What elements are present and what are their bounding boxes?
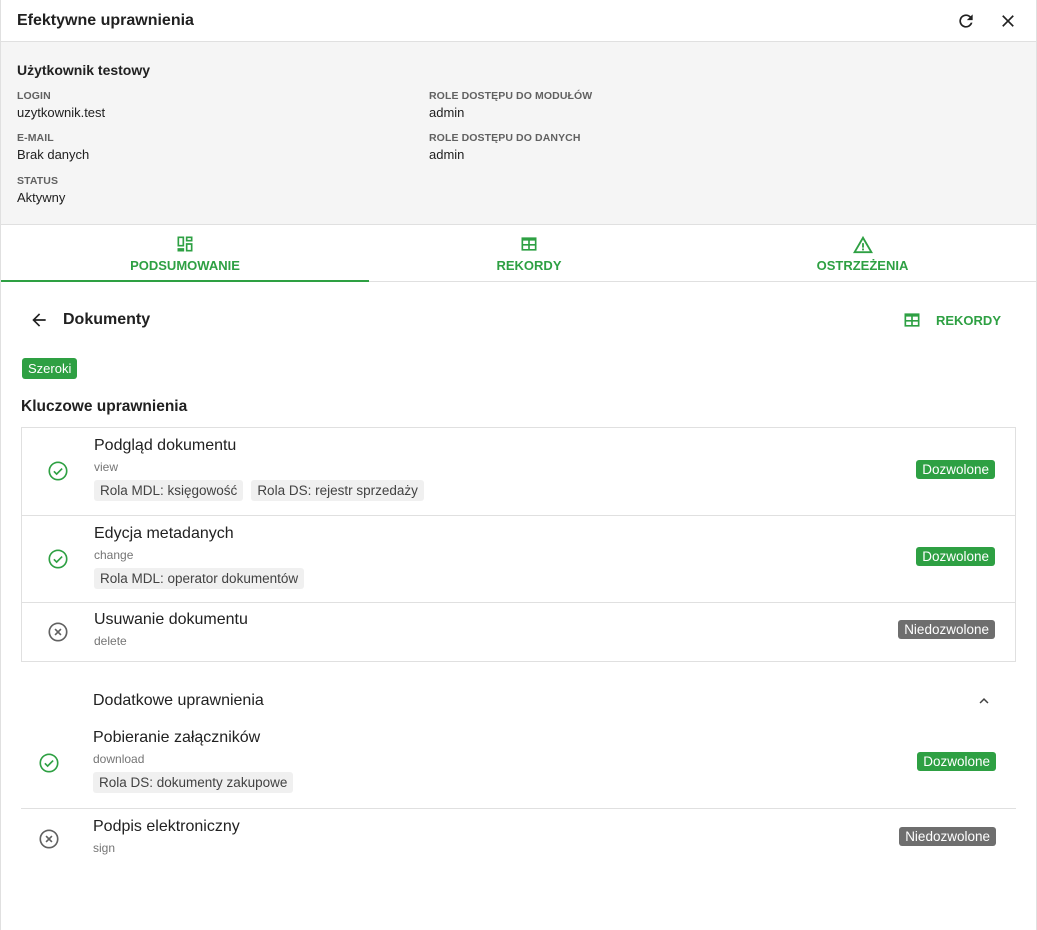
email-value: Brak danych [17, 147, 90, 162]
permission-row: Podpis elektroniczny sign Niedozwolone [21, 809, 1016, 869]
module-title: Dokumenty [63, 311, 151, 328]
login-value: uzytkownik.test [17, 105, 106, 120]
collapse-button[interactable] [972, 689, 996, 713]
tab-bar: PODSUMOWANIE REKORDY OSTRZEŻENIA [1, 225, 1036, 282]
permission-name: Edycja metadanych [94, 524, 234, 542]
cancel-circle-icon [22, 617, 94, 643]
chevron-up-icon [979, 698, 989, 704]
email-field: E-MAIL Brak danych [17, 132, 89, 162]
tab-summary-label: PODSUMOWANIE [130, 257, 240, 273]
additional-permissions-header[interactable]: Dodatkowe uprawnienia [21, 681, 1016, 721]
role-chip: Rola MDL: operator dokumentów [94, 567, 305, 589]
permission-row: Podgląd dokumentu view Rola MDL: księgow… [22, 428, 1015, 516]
effective-permissions-dialog: Efektywne uprawnienia Użytkownik testowy… [0, 0, 1037, 930]
status-badge: Niedozwolone [899, 827, 996, 846]
table-icon [902, 310, 922, 330]
key-permissions-title: Kluczowe uprawnienia [21, 398, 188, 415]
arrow-back-icon [32, 313, 46, 327]
status-badge: Dozwolone [916, 547, 995, 566]
records-button[interactable]: REKORDY [902, 310, 1001, 330]
permission-body: Podgląd dokumentu view Rola MDL: księgow… [94, 437, 916, 501]
data-roles-label: ROLE DOSTĘPU DO DANYCH [429, 132, 581, 144]
permission-body: Podpis elektroniczny sign [77, 818, 899, 855]
permission-name: Pobieranie załączników [93, 729, 261, 746]
permission-row: Pobieranie załączników download Rola DS:… [21, 721, 1016, 809]
permission-code: change [94, 547, 134, 562]
permission-row: Usuwanie dokumentu delete Niedozwolone [22, 603, 1015, 661]
module-roles-value: admin [429, 105, 465, 120]
warning-icon [852, 234, 874, 254]
role-chip: Rola MDL: księgowość [94, 480, 244, 501]
user-fields: LOGIN uzytkownik.test E-MAIL Brak danych… [17, 90, 1020, 220]
key-permissions-list: Podgląd dokumentu view Rola MDL: księgow… [21, 427, 1016, 662]
status-badge: Niedozwolone [898, 620, 995, 639]
check-circle-icon [22, 544, 94, 570]
permission-body: Usuwanie dokumentu delete [94, 611, 898, 648]
role-chips: Rola MDL: operator dokumentów [94, 567, 916, 589]
data-roles-field: ROLE DOSTĘPU DO DANYCH admin [429, 132, 581, 162]
additional-permissions-title: Dodatkowe uprawnienia [93, 692, 264, 709]
dialog-header: Efektywne uprawnienia [1, 0, 1036, 42]
tab-records[interactable]: REKORDY [369, 225, 689, 281]
permission-name: Usuwanie dokumentu [94, 611, 248, 628]
check-circle-icon [22, 456, 94, 482]
permission-name: Podgląd dokumentu [94, 437, 237, 454]
close-button[interactable] [996, 9, 1020, 33]
login-field: LOGIN uzytkownik.test [17, 90, 105, 120]
data-roles-value: admin [429, 147, 465, 162]
table-icon [519, 234, 539, 254]
role-chip: Rola DS: rejestr sprzedaży [251, 480, 424, 501]
user-name: Użytkownik testowy [17, 62, 151, 78]
tab-warnings[interactable]: OSTRZEŻENIA [689, 225, 1036, 281]
role-chips: Rola DS: dokumenty zakupowe [93, 772, 917, 793]
refresh-icon [959, 13, 973, 28]
status-field: STATUS Aktywny [17, 175, 65, 205]
scope-badge: Szeroki [22, 358, 78, 379]
permission-code: delete [94, 634, 127, 648]
records-button-label: REKORDY [935, 312, 1001, 328]
summary-content: Dokumenty REKORDY Szeroki Kluczowe upraw… [1, 282, 1036, 869]
email-label: E-MAIL [17, 132, 54, 144]
status-value: Aktywny [17, 190, 66, 205]
dialog-title: Efektywne uprawnienia [17, 11, 194, 29]
additional-permissions-list: Pobieranie załączników download Rola DS:… [21, 721, 1016, 869]
module-roles-field: ROLE DOSTĘPU DO MODUŁÓW admin [429, 90, 592, 120]
permission-code: view [94, 460, 119, 474]
module-header: Dokumenty REKORDY [21, 282, 1016, 358]
permission-code: download [93, 752, 145, 766]
close-icon [1002, 14, 1014, 27]
cancel-circle-icon [21, 824, 77, 850]
login-label: LOGIN [17, 90, 51, 102]
check-circle-icon [21, 748, 77, 774]
status-badge: Dozwolone [916, 459, 995, 479]
status-label: STATUS [17, 175, 59, 187]
tab-warnings-label: OSTRZEŻENIA [816, 257, 909, 273]
permission-row: Edycja metadanych change Rola MDL: opera… [22, 516, 1015, 603]
status-badge: Dozwolone [917, 751, 996, 771]
permission-code: sign [93, 841, 116, 855]
permission-name: Podpis elektroniczny [93, 818, 240, 835]
dashboard-icon [175, 234, 195, 254]
user-info-panel: Użytkownik testowy LOGIN uzytkownik.test… [1, 42, 1036, 225]
refresh-button[interactable] [954, 9, 978, 33]
role-chip: Rola DS: dokumenty zakupowe [93, 772, 294, 793]
module-roles-label: ROLE DOSTĘPU DO MODUŁÓW [429, 90, 593, 102]
permission-body: Edycja metadanych change Rola MDL: opera… [94, 525, 916, 589]
permission-body: Pobieranie załączników download Rola DS:… [77, 729, 917, 793]
role-chips: Rola MDL: księgowość Rola DS: rejestr sp… [94, 480, 916, 501]
back-button[interactable] [27, 308, 51, 332]
tab-summary[interactable]: PODSUMOWANIE [1, 225, 369, 282]
tab-records-label: REKORDY [496, 257, 562, 273]
